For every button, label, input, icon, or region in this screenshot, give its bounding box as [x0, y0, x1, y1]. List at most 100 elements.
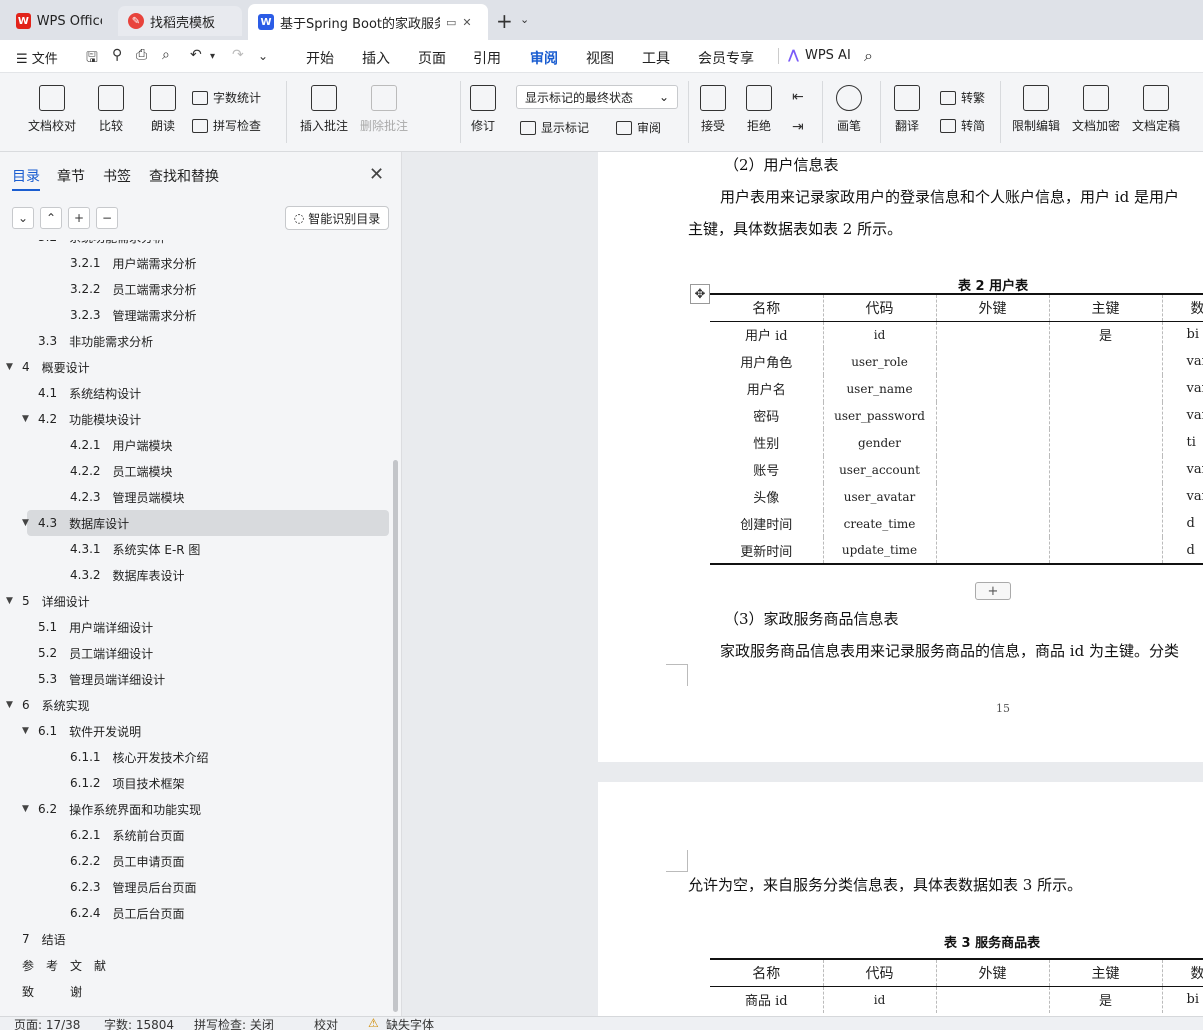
track-changes-button[interactable]: 修订 — [470, 85, 496, 134]
insert-comment-button[interactable]: 插入批注 — [300, 85, 348, 134]
toc-item[interactable]: 5.2 员工端详细设计 — [0, 640, 153, 666]
toc-item[interactable]: ▼ 6.2 操作系统界面和功能实现 — [0, 796, 201, 822]
table-header-cell[interactable]: 主键 — [1048, 959, 1162, 987]
table-cell[interactable] — [1048, 456, 1162, 483]
share-icon[interactable]: ⚲ — [112, 47, 122, 63]
redo-icon[interactable]: ↷ — [232, 47, 244, 63]
menu-tab-view[interactable]: 视图 — [586, 48, 614, 68]
table-cell[interactable]: var — [1161, 402, 1203, 429]
table-cell[interactable]: 用户 id — [710, 321, 823, 348]
compare-button[interactable]: 比较 — [98, 85, 124, 134]
encrypt-button[interactable]: 文档加密 — [1072, 85, 1120, 134]
table-header-cell[interactable]: 代码 — [822, 959, 936, 987]
table-cell[interactable]: var — [1161, 483, 1203, 510]
spell-check-button[interactable]: 拼写检查 — [192, 117, 261, 134]
tab-wps-office[interactable]: W WPS Office — [6, 6, 112, 36]
toc-item[interactable]: ▼3.2 系统功能需求分析 — [0, 240, 165, 250]
previous-change-icon[interactable]: ⇤ — [792, 89, 804, 105]
spell-check-indicator[interactable]: 拼写检查: 关闭 — [194, 1016, 274, 1030]
menu-tab-page[interactable]: 页面 — [418, 48, 446, 68]
wps-ai-button[interactable]: ⋀ WPS AI — [788, 48, 851, 63]
table-cell[interactable]: 头像 — [710, 483, 823, 510]
toc-item[interactable]: 4.2.1 用户端模块 — [0, 432, 173, 458]
table-cell[interactable] — [935, 375, 1049, 402]
table-header-cell[interactable]: 代码 — [822, 294, 936, 322]
toc-item[interactable]: 6.2.3 管理员后台页面 — [0, 874, 197, 900]
table-cell[interactable]: user_account — [822, 456, 936, 483]
add-row-button[interactable]: + — [975, 582, 1011, 600]
expand-toggle-icon[interactable]: ▼ — [6, 362, 20, 372]
toc-item[interactable]: 6.2.2 员工申请页面 — [0, 848, 185, 874]
save-icon[interactable]: 🖫 — [86, 47, 98, 71]
tab-list-dropdown-icon[interactable]: ⌄ — [520, 13, 529, 26]
table-cell[interactable]: var — [1161, 456, 1203, 483]
table-header-cell[interactable]: 数 — [1161, 294, 1203, 322]
table-cell[interactable] — [1048, 402, 1162, 429]
expand-toggle-icon[interactable]: ▼ — [22, 240, 36, 242]
table-cell[interactable] — [1048, 375, 1162, 402]
read-aloud-button[interactable]: 朗读 — [150, 85, 176, 134]
expand-up-button[interactable]: ⌃ — [40, 207, 62, 229]
table-cell[interactable]: 是 — [1048, 986, 1162, 1013]
menu-tab-tools[interactable]: 工具 — [642, 48, 670, 68]
proofread-indicator[interactable]: 校对 — [314, 1016, 338, 1030]
table-move-handle-icon[interactable]: ✥ — [690, 284, 710, 304]
table-cell[interactable] — [1048, 348, 1162, 375]
table-cell[interactable] — [935, 510, 1049, 537]
search-icon[interactable]: ⌕ — [864, 46, 873, 66]
expand-toggle-icon[interactable]: ▼ — [22, 726, 36, 736]
toc-item[interactable]: 4.2.2 员工端模块 — [0, 458, 173, 484]
toc-item[interactable]: ▼ 6 系统实现 — [0, 692, 90, 718]
table-cell[interactable]: 创建时间 — [710, 510, 823, 537]
table-header-cell[interactable]: 外键 — [935, 959, 1049, 987]
doc-paragraph[interactable]: 允许为空，来自服务分类信息表，具体表数据如表 3 所示。 — [688, 874, 1082, 895]
expand-toggle-icon[interactable]: ▼ — [6, 596, 20, 606]
pen-button[interactable]: 画笔 — [836, 85, 862, 134]
table-cell[interactable]: d — [1161, 537, 1203, 564]
toc-item[interactable]: ▼ 4.3 数据库设计 — [22, 510, 389, 536]
table-cell[interactable]: user_avatar — [822, 483, 936, 510]
table-cell[interactable]: user_password — [822, 402, 936, 429]
table-caption[interactable]: 表 3 服务商品表 — [944, 932, 1040, 951]
table-cell[interactable]: var — [1161, 375, 1203, 402]
table-cell[interactable]: update_time — [822, 537, 936, 564]
table-cell[interactable]: 密码 — [710, 402, 823, 429]
table-cell[interactable]: id — [822, 321, 936, 348]
toc-item[interactable]: 6.2.4 员工后台页面 — [0, 900, 185, 926]
table-cell[interactable]: 账号 — [710, 456, 823, 483]
remove-heading-button[interactable]: − — [96, 207, 118, 229]
table-cell[interactable] — [1048, 510, 1162, 537]
table-cell[interactable] — [935, 456, 1049, 483]
delete-comment-button[interactable]: 删除批注 — [360, 85, 408, 134]
table-header-cell[interactable]: 数 — [1161, 959, 1203, 987]
doc-check-button[interactable]: 文档校对 — [28, 85, 76, 134]
quick-access-more-icon[interactable]: ⌄ — [258, 49, 268, 63]
table-cell[interactable]: bi — [1161, 986, 1203, 1013]
menu-tab-member[interactable]: 会员专享 — [698, 48, 754, 68]
toc-item[interactable]: 致 谢 — [0, 978, 82, 1004]
toc-item[interactable]: 6.2.1 系统前台页面 — [0, 822, 185, 848]
nav-tab-toc[interactable]: 目录 — [12, 166, 40, 191]
table-header-cell[interactable]: 主键 — [1048, 294, 1162, 322]
table-cell[interactable]: var — [1161, 348, 1203, 375]
table-header-cell[interactable]: 名称 — [710, 959, 823, 987]
to-traditional-button[interactable]: 转繁 — [940, 89, 985, 106]
table-cell[interactable] — [935, 321, 1049, 348]
close-icon[interactable]: ✕ — [369, 164, 384, 185]
add-heading-button[interactable]: + — [68, 207, 90, 229]
to-simplified-button[interactable]: 转简 — [940, 117, 985, 134]
table-cell[interactable]: gender — [822, 429, 936, 456]
expand-toggle-icon[interactable]: ▼ — [22, 804, 36, 814]
table-cell[interactable]: d — [1161, 510, 1203, 537]
toc-item[interactable]: 4.3.1 系统实体 E-R 图 — [0, 536, 200, 562]
table-cell[interactable] — [935, 537, 1049, 564]
table-cell[interactable]: bi — [1161, 321, 1203, 348]
toc-item[interactable]: 3.2.2 员工端需求分析 — [0, 276, 197, 302]
tab-docer-templates[interactable]: ✎ 找稻壳模板 — [118, 6, 242, 36]
accept-button[interactable]: 接受 — [700, 85, 726, 134]
menu-tab-insert[interactable]: 插入 — [362, 48, 390, 68]
table-cell[interactable]: ti — [1161, 429, 1203, 456]
table-cell[interactable] — [935, 986, 1049, 1013]
menu-tab-home[interactable]: 开始 — [306, 48, 334, 68]
menu-tab-references[interactable]: 引用 — [473, 48, 501, 68]
